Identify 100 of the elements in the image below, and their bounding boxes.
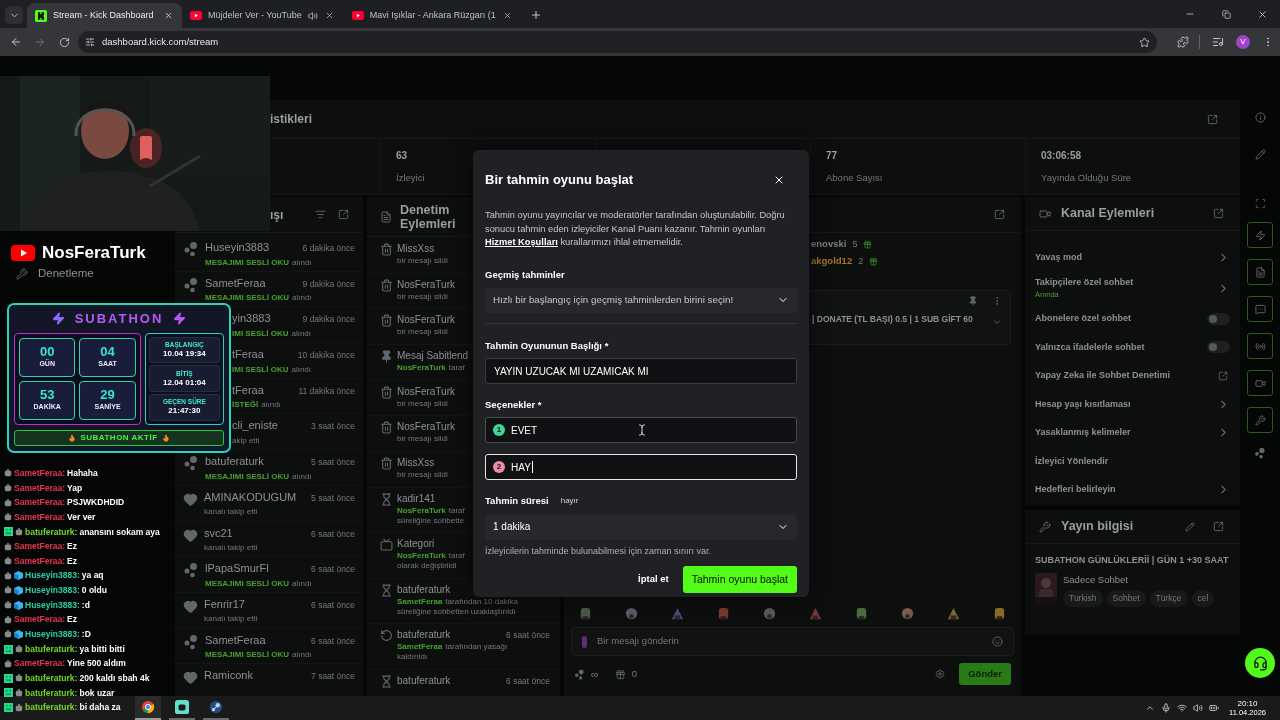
- channel-action-item[interactable]: Yasaklanmış kelimeler: [1035, 418, 1230, 447]
- filter-icon[interactable]: [315, 209, 326, 220]
- browser-tab[interactable]: Stream - Kick Dashboard: [27, 3, 182, 28]
- info-icon[interactable]: [1254, 112, 1266, 123]
- tab-search-button[interactable]: [5, 6, 23, 24]
- emote-icon[interactable]: [808, 606, 823, 621]
- sidebar-item[interactable]: Denetleme: [16, 264, 94, 284]
- tag[interactable]: cel: [1191, 590, 1215, 607]
- chevron-down-icon[interactable]: [992, 317, 1002, 327]
- leaderboard-name: enovski: [811, 237, 847, 252]
- option-input[interactable]: 2 HAY: [485, 454, 797, 481]
- quick-action-button[interactable]: [1247, 222, 1273, 248]
- channel-action-item[interactable]: Yalnızca ifadelerle sohbet: [1035, 333, 1230, 362]
- user-name: yin3883: [232, 311, 271, 327]
- event-detail: taraf: [448, 505, 465, 516]
- emote-icon[interactable]: [854, 606, 869, 621]
- scan-icon[interactable]: [1254, 198, 1266, 209]
- emoji-icon[interactable]: [992, 636, 1003, 647]
- tools-button[interactable]: [1247, 407, 1273, 433]
- emote-icon[interactable]: [992, 606, 1007, 621]
- expand-icon[interactable]: [1213, 521, 1224, 532]
- expand-icon[interactable]: [1207, 113, 1218, 125]
- expand-icon[interactable]: [994, 209, 1005, 220]
- bookmark-star-icon[interactable]: [1139, 36, 1150, 48]
- expand-icon[interactable]: [338, 209, 349, 220]
- history-select[interactable]: Hızlı bir başlangıç için geçmiş tahminlerden birini seçin!: [485, 287, 797, 313]
- channel-action-item[interactable]: Yapay Zeka ile Sohbet Denetimi: [1035, 361, 1230, 390]
- trash-icon: [380, 457, 393, 471]
- media-controls-icon[interactable]: [1212, 36, 1224, 48]
- chat-username: Huseyin3883:: [25, 569, 80, 583]
- emote-icon[interactable]: [670, 606, 685, 621]
- address-bar[interactable]: dashboard.kick.com/stream: [78, 31, 1157, 53]
- terms-link[interactable]: Hizmet Koşulları: [485, 237, 558, 247]
- profile-avatar[interactable]: V: [1236, 35, 1250, 49]
- panel-title: ışı: [270, 206, 284, 224]
- trash-icon: [380, 243, 393, 256]
- option-input[interactable]: 1 EVET: [485, 417, 797, 444]
- volume-icon[interactable]: [1193, 703, 1203, 713]
- channel-action-item[interactable]: İzleyici Yönlendir: [1035, 447, 1230, 476]
- kick-logo-icon: [35, 9, 47, 22]
- extensions-icon[interactable]: [1177, 36, 1189, 48]
- emote-icon[interactable]: [716, 606, 731, 621]
- chat-message: 200 kaldı sbah 4k: [79, 671, 150, 685]
- site-settings-icon[interactable]: [85, 37, 95, 47]
- panel-title: Kanal Eylemleri: [1061, 205, 1155, 223]
- browser-tab[interactable]: Mavi Işıklar - Ankara Rüzgarı (1: [343, 3, 522, 28]
- emote-icon[interactable]: [624, 606, 639, 621]
- tag[interactable]: Turkish: [1063, 590, 1103, 607]
- toggle-switch[interactable]: [1207, 341, 1230, 354]
- chat-username: SametFeraa:: [14, 466, 66, 480]
- pin-icon[interactable]: [968, 296, 978, 306]
- toggle-switch[interactable]: [1207, 312, 1230, 325]
- event-detail: kaldırıldı: [397, 652, 428, 663]
- channel-action-item[interactable]: Abonelere özel sohbet: [1035, 304, 1230, 333]
- camera-icon: [1039, 207, 1051, 220]
- settings-icon[interactable]: [935, 669, 946, 679]
- tag[interactable]: Türkçe: [1149, 590, 1188, 607]
- browser-app-icon[interactable]: [135, 696, 161, 720]
- browser-tab[interactable]: Müjdeler Ver - YouTube: [182, 3, 344, 28]
- emote-icon[interactable]: [578, 606, 593, 621]
- moderator-name: NosFeraTurk: [397, 551, 446, 562]
- document-icon: [380, 210, 392, 223]
- event-detail: taraf: [448, 363, 465, 374]
- cancel-button[interactable]: İptal et: [636, 566, 671, 593]
- event-time: 6 dakika önce: [302, 242, 355, 255]
- event-time: 3 saat önce: [311, 420, 355, 434]
- event-time: 6 saat önce: [311, 598, 355, 612]
- field-label: Geçmiş tahminler: [485, 267, 565, 282]
- dots-icon: [183, 562, 199, 579]
- battery-icon[interactable]: [1209, 703, 1219, 713]
- robot-badge-icon: [4, 469, 12, 478]
- start-prediction-button[interactable]: Tahmin oyunu başlat: [682, 566, 797, 593]
- broadcast-button[interactable]: [1247, 333, 1273, 359]
- moderator-name: NosFeraTurk: [397, 505, 446, 516]
- channel-action-item[interactable]: Hesap yaşı kısıtlaması: [1035, 390, 1230, 419]
- gift-count: 5: [852, 237, 858, 251]
- channel-action-item[interactable]: Yavaş mod: [1035, 243, 1230, 272]
- channel-action-item[interactable]: Hedefleri belirleyin: [1035, 475, 1230, 504]
- reward-name: MESAJIMI SESLİ OKU: [205, 649, 289, 662]
- expand-icon[interactable]: [1213, 208, 1224, 219]
- title-input[interactable]: YAYIN UZUCAK MI UZAMICAK MI: [485, 358, 797, 384]
- tray-expand-icon[interactable]: [1145, 703, 1155, 713]
- notes-button[interactable]: [1247, 259, 1273, 285]
- edit-icon[interactable]: [1185, 521, 1195, 532]
- emote-icon[interactable]: [946, 606, 961, 621]
- heart-icon: [183, 527, 198, 543]
- pencil-icon[interactable]: [1254, 149, 1266, 160]
- chat-username: batuferaturk:: [25, 701, 78, 714]
- tag[interactable]: Sohbet: [1106, 590, 1146, 607]
- microphone-icon[interactable]: [1161, 703, 1171, 713]
- chat-button[interactable]: [1247, 296, 1273, 322]
- emote-icon[interactable]: [762, 606, 777, 621]
- support-button[interactable]: [1245, 648, 1275, 678]
- robot-badge-icon: [15, 688, 23, 697]
- event-time: 6 saat önce: [311, 563, 355, 576]
- network-icon[interactable]: [1177, 703, 1187, 713]
- duration-select[interactable]: 1 dakika: [485, 513, 797, 540]
- camera-button[interactable]: [1247, 370, 1273, 396]
- robot-badge-icon: [4, 513, 12, 522]
- emote-icon[interactable]: [900, 606, 915, 621]
